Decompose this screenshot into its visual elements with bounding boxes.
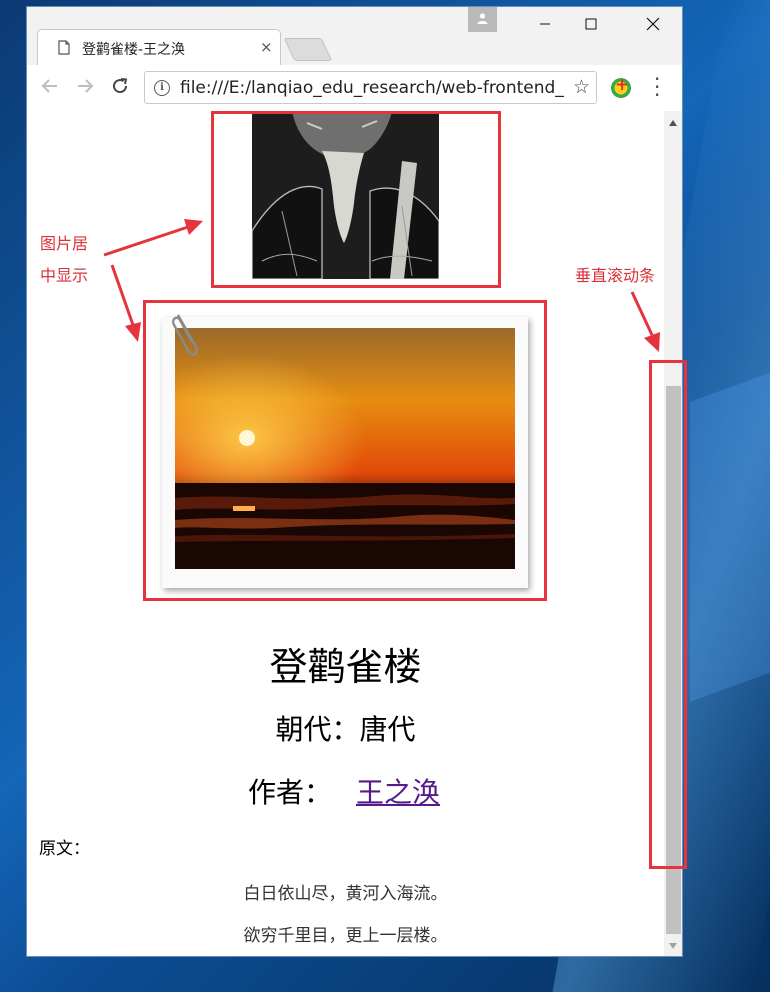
- annotation-arrows: [103, 219, 660, 352]
